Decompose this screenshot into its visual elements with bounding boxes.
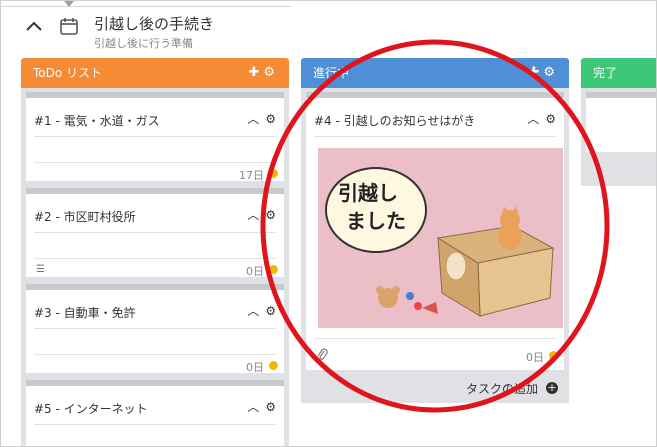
divider [314, 136, 556, 137]
column-title: 完了 [593, 66, 618, 80]
card-title: #5 - インターネット [34, 402, 148, 416]
card-title: #2 - 市区町村役所 [34, 210, 136, 224]
chevron-up-icon[interactable]: ︿ [247, 208, 259, 222]
board-header: 引越し後の手続き 引越し後に行う準備 [1, 1, 656, 57]
gear-icon[interactable]: ⚙ [265, 400, 276, 414]
divider [34, 354, 276, 355]
column-title: ToDo リスト [33, 66, 103, 80]
card-image: 引越し ました [318, 148, 563, 328]
chevron-up-icon[interactable]: ︿ [247, 112, 259, 126]
column-header-in-progress: 進行中 ✚⚙ [301, 58, 569, 88]
task-card[interactable]: #4 - 引越しのお知らせはがき ︿ ⚙ 引越し ました 0日 [306, 92, 564, 370]
column-title: 進行中 [313, 66, 350, 80]
divider [34, 258, 276, 259]
divider [34, 424, 276, 425]
column-body-todo: #1 - 電気・水道・ガス ︿ ⚙ 17日 #2 - 市区町村役所 ︿ ⚙ ☰ 0日… [21, 88, 289, 446]
divider [34, 232, 276, 233]
divider [34, 328, 276, 329]
chevron-up-icon[interactable]: ︿ [247, 304, 259, 318]
add-task-button[interactable]: タスクの追加 [466, 380, 538, 397]
card-title: #3 - 自動車・免許 [34, 306, 136, 320]
due-dot-icon [549, 351, 558, 360]
due-days: 0日 [246, 265, 264, 278]
task-card[interactable]: #2 - 市区町村役所 ︿ ⚙ ☰ 0日 [26, 188, 284, 278]
calendar-icon [60, 18, 78, 35]
gear-icon[interactable]: ⚙ [265, 208, 276, 222]
plus-icon[interactable]: ✚ [528, 65, 543, 80]
column-body-in-progress: #4 - 引越しのお知らせはがき ︿ ⚙ 引越し ました 0日 タスクの追加 + [301, 88, 569, 403]
due-days: 0日 [526, 351, 544, 364]
page-subtitle: 引越し後に行う準備 [94, 37, 193, 50]
due-days: 17日 [239, 169, 264, 182]
due-dot-icon [269, 169, 278, 178]
list-icon: ☰ [36, 264, 45, 275]
column-header-done: 完了 [581, 58, 656, 88]
gear-icon[interactable]: ⚙ [263, 65, 279, 80]
due-dot-icon [269, 361, 278, 370]
gear-icon[interactable]: ⚙ [265, 304, 276, 318]
card-title: #4 - 引越しのお知らせはがき [314, 114, 476, 128]
screenshot-frame: 引越し後の手続き 引越し後に行う準備 ToDo リスト ✚⚙ #1 - 電気・水… [0, 0, 657, 447]
due-days: 0日 [246, 361, 264, 374]
divider [314, 338, 556, 339]
plus-icon[interactable]: + [546, 382, 558, 394]
paperclip-icon [317, 348, 328, 360]
page-title: 引越し後の手続き [94, 15, 215, 33]
card-title: #1 - 電気・水道・ガス [34, 114, 160, 128]
gear-icon[interactable]: ⚙ [543, 65, 559, 80]
task-card[interactable]: #3 - 自動車・免許 ︿ ⚙ 0日 [26, 284, 284, 374]
chevron-up-icon[interactable]: ︿ [247, 400, 259, 414]
divider [34, 136, 276, 137]
task-card[interactable]: #1 - 電気・水道・ガス ︿ ⚙ 17日 [26, 92, 284, 182]
divider [34, 162, 276, 163]
column-header-todo: ToDo リスト ✚⚙ [21, 58, 289, 88]
plus-icon[interactable]: ✚ [248, 65, 263, 80]
gear-icon[interactable]: ⚙ [545, 112, 556, 126]
image-caption-line1: 引越し [338, 181, 398, 205]
due-dot-icon [269, 265, 278, 274]
gear-icon[interactable]: ⚙ [265, 112, 276, 126]
column-body-done [581, 88, 656, 186]
task-card[interactable]: #5 - インターネット ︿ ⚙ [26, 380, 284, 446]
chevron-up-icon[interactable] [23, 15, 45, 37]
chevron-up-icon[interactable]: ︿ [527, 112, 539, 126]
image-caption-line2: ました [346, 209, 406, 233]
empty-area [586, 92, 656, 152]
